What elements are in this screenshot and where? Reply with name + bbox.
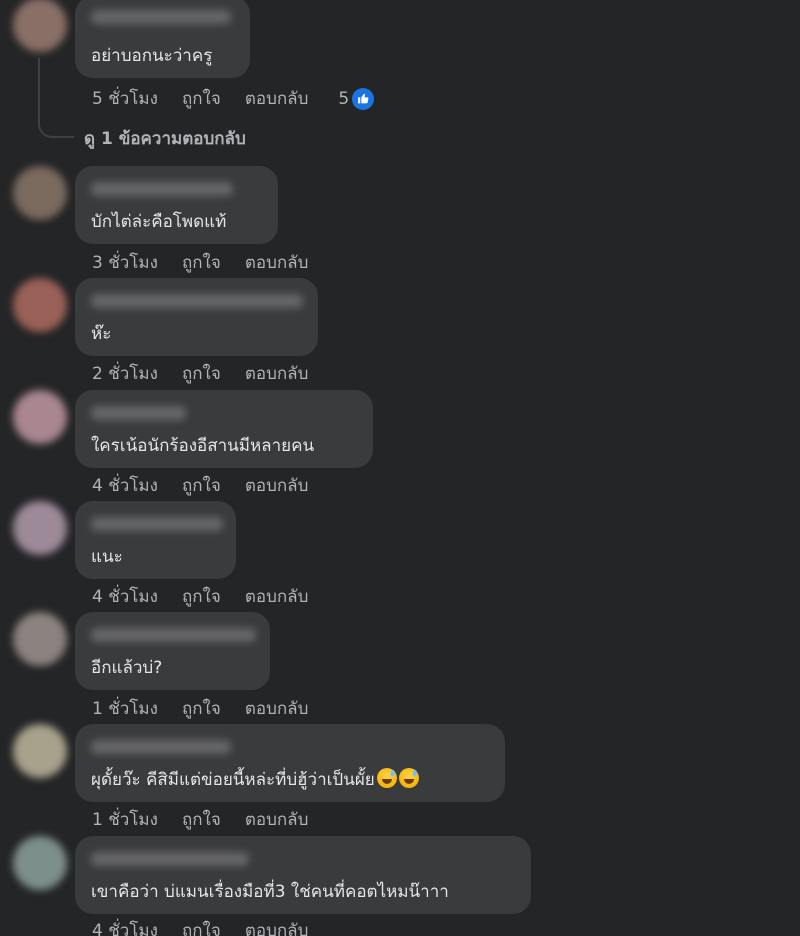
reply-button[interactable]: ตอบกลับ — [245, 917, 309, 936]
reaction-count-value: 5 — [338, 88, 350, 109]
reply-button[interactable]: ตอบกลับ — [245, 472, 309, 499]
like-button[interactable]: ถูกใจ — [182, 85, 221, 112]
comment-bubble: อีกแล้วบ่? — [75, 612, 270, 690]
grinning-sweat-emoji — [376, 768, 397, 788]
grinning-sweat-emoji — [398, 768, 419, 788]
avatar[interactable] — [13, 501, 67, 555]
comment-bubble: แนะ — [75, 501, 236, 579]
avatar[interactable] — [13, 612, 67, 666]
comment-time[interactable]: 5 ชั่วโมง — [92, 85, 158, 112]
thumbs-up-icon — [352, 87, 375, 110]
comment-actions: 1 ชั่วโมง ถูกใจ ตอบกลับ — [92, 806, 308, 833]
commenter-name[interactable] — [91, 10, 231, 24]
avatar[interactable] — [13, 166, 67, 220]
reply-button[interactable]: ตอบกลับ — [245, 583, 309, 610]
comment-text: แนะ — [91, 547, 123, 567]
commenter-name[interactable] — [91, 852, 249, 866]
avatar[interactable] — [13, 278, 67, 332]
reply-button[interactable]: ตอบกลับ — [245, 806, 309, 833]
comment-bubble: เขาคือว่า บ่แมนเรื่องมือที่3 ใช่คนที่คอต… — [75, 836, 531, 914]
comment-bubble: ผุดั้ยว๊ะ คีสิมีแต่ข่อยนี้หล่ะที่บ่ฮู้ว่… — [75, 724, 505, 802]
comment-text: อย่าบอกนะว่าครู — [91, 46, 213, 66]
comment-actions: 5 ชั่วโมง ถูกใจ ตอบกลับ 5 — [92, 85, 375, 112]
commenter-name[interactable] — [91, 628, 256, 642]
commenter-name[interactable] — [91, 182, 233, 196]
comment-text: บักไต่ล่ะคือโพดแท้ — [91, 212, 227, 232]
comment-bubble: บักไต่ล่ะคือโพดแท้ — [75, 166, 278, 244]
reply-button[interactable]: ตอบกลับ — [245, 695, 309, 722]
thread-connector — [38, 58, 74, 138]
commenter-name[interactable] — [91, 294, 303, 308]
like-button[interactable]: ถูกใจ — [182, 472, 221, 499]
comment-actions: 1 ชั่วโมง ถูกใจ ตอบกลับ — [92, 695, 308, 722]
reply-button[interactable]: ตอบกลับ — [245, 360, 309, 387]
comment-time[interactable]: 4 ชั่วโมง — [92, 917, 158, 936]
comment-text-body: ผุดั้ยว๊ะ คีสิมีแต่ข่อยนี้หล่ะที่บ่ฮู้ว่… — [91, 770, 375, 790]
comment-time[interactable]: 2 ชั่วโมง — [92, 360, 158, 387]
comment-time[interactable]: 1 ชั่วโมง — [92, 695, 158, 722]
comment-actions: 2 ชั่วโมง ถูกใจ ตอบกลับ — [92, 360, 308, 387]
reply-button[interactable]: ตอบกลับ — [245, 249, 309, 276]
comment-time[interactable]: 4 ชั่วโมง — [92, 472, 158, 499]
comment-time[interactable]: 1 ชั่วโมง — [92, 806, 158, 833]
comment-time[interactable]: 4 ชั่วโมง — [92, 583, 158, 610]
like-button[interactable]: ถูกใจ — [182, 806, 221, 833]
comment-actions: 3 ชั่วโมง ถูกใจ ตอบกลับ — [92, 249, 308, 276]
comment-actions: 4 ชั่วโมง ถูกใจ ตอบกลับ — [92, 583, 308, 610]
avatar[interactable] — [13, 836, 67, 890]
comment-list: อย่าบอกนะว่าครู 5 ชั่วโมง ถูกใจ ตอบกลับ … — [0, 0, 800, 936]
comment-text: ใครเน้อนักร้องอีสานมีหลายคน — [91, 436, 315, 456]
like-button[interactable]: ถูกใจ — [182, 695, 221, 722]
comment-bubble: อย่าบอกนะว่าครู — [75, 0, 250, 78]
commenter-name[interactable] — [91, 517, 223, 531]
comment-text: ห๊ะ — [91, 324, 112, 344]
like-button[interactable]: ถูกใจ — [182, 360, 221, 387]
avatar[interactable] — [13, 390, 67, 444]
comment-text: อีกแล้วบ่? — [91, 658, 163, 678]
avatar[interactable] — [13, 0, 67, 52]
comment-bubble: ใครเน้อนักร้องอีสานมีหลายคน — [75, 390, 373, 468]
like-button[interactable]: ถูกใจ — [182, 583, 221, 610]
avatar[interactable] — [13, 724, 67, 778]
commenter-name[interactable] — [91, 740, 231, 754]
like-button[interactable]: ถูกใจ — [182, 249, 221, 276]
commenter-name[interactable] — [91, 406, 186, 420]
comment-actions: 4 ชั่วโมง ถูกใจ ตอบกลับ — [92, 917, 308, 936]
view-replies-link[interactable]: ดู 1 ข้อความตอบกลับ — [84, 125, 246, 152]
comment-bubble: ห๊ะ — [75, 278, 318, 356]
comment-actions: 4 ชั่วโมง ถูกใจ ตอบกลับ — [92, 472, 308, 499]
comment-text: ผุดั้ยว๊ะ คีสิมีแต่ข่อยนี้หล่ะที่บ่ฮู้ว่… — [91, 766, 419, 793]
comment-time[interactable]: 3 ชั่วโมง — [92, 249, 158, 276]
like-button[interactable]: ถูกใจ — [182, 917, 221, 936]
reaction-count[interactable]: 5 — [338, 87, 375, 110]
reply-button[interactable]: ตอบกลับ — [245, 85, 309, 112]
comment-text: เขาคือว่า บ่แมนเรื่องมือที่3 ใช่คนที่คอต… — [91, 882, 449, 902]
